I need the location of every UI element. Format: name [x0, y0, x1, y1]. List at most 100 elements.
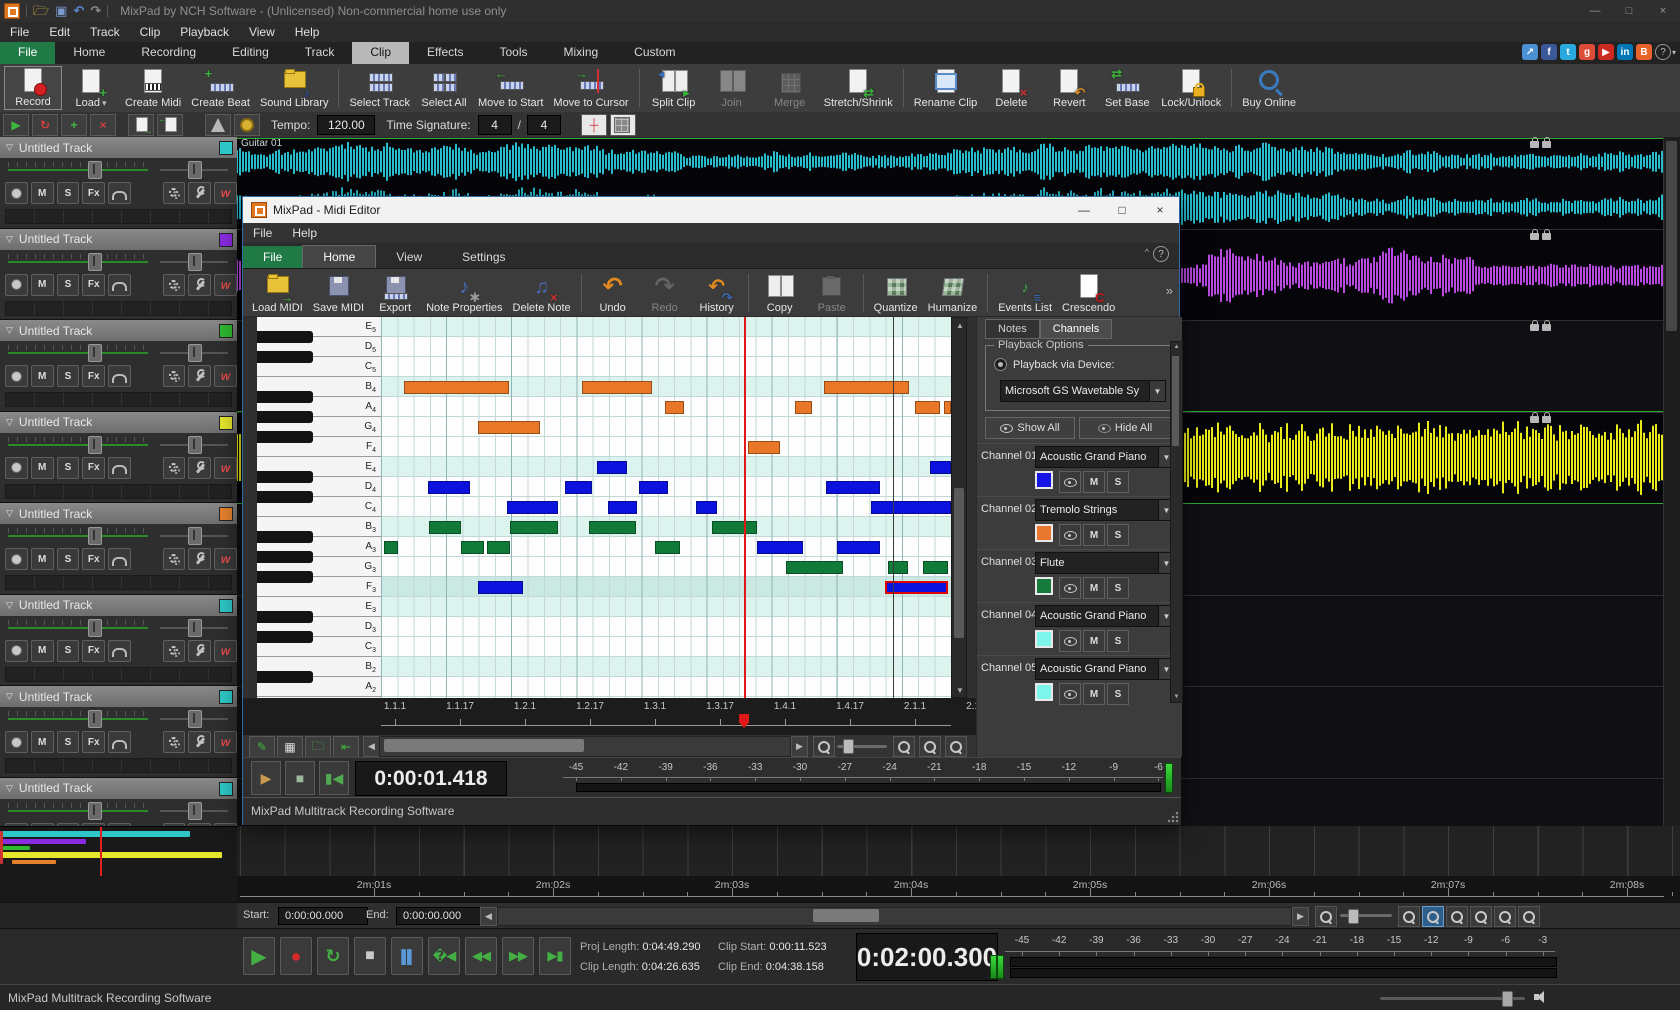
menu-item-track[interactable]: Track [80, 23, 130, 41]
automation-strip[interactable] [5, 209, 232, 224]
midi-tab-home[interactable]: Home [302, 245, 376, 268]
effects-chain-button[interactable] [188, 365, 211, 387]
zoom-vertical-button[interactable] [1494, 906, 1516, 927]
collapse-icon[interactable]: ▽ [6, 417, 13, 428]
track-title-bar[interactable]: ▽Untitled Track [0, 686, 237, 707]
track-title-bar[interactable]: ▽Untitled Track [0, 412, 237, 433]
midi-horizontal-scrollbar[interactable] [379, 736, 791, 757]
radio-selected-icon[interactable] [994, 358, 1007, 371]
googleplus-icon[interactable]: g [1579, 44, 1595, 60]
humanize-button[interactable]: Humanize [923, 271, 983, 315]
tab-notes[interactable]: Notes [985, 319, 1040, 339]
volume-thumb[interactable] [88, 710, 102, 728]
fx-button[interactable]: Fx [82, 365, 105, 387]
scroll-down-icon[interactable]: ▼ [1171, 692, 1182, 702]
collapse-icon[interactable]: ▽ [6, 783, 13, 794]
solo-button[interactable]: S [57, 182, 80, 204]
channel-solo-button[interactable]: S [1107, 471, 1129, 493]
volume-thumb[interactable] [88, 619, 102, 637]
midi-note[interactable] [589, 521, 636, 534]
menu-item-view[interactable]: View [239, 23, 285, 41]
headphones-button[interactable] [108, 731, 131, 753]
piano-black-key[interactable] [257, 431, 313, 443]
volume-slider[interactable] [8, 352, 148, 354]
track-color-swatch[interactable] [219, 233, 233, 247]
help-button[interactable]: ? ▾ [1655, 44, 1676, 60]
track-color-swatch[interactable] [219, 690, 233, 704]
pan-thumb[interactable] [188, 253, 202, 271]
waveform-view-button[interactable]: w [214, 365, 237, 387]
track-color-swatch[interactable] [219, 141, 233, 155]
skip-to-end-button[interactable]: ▶▮ [539, 937, 571, 975]
mute-button[interactable]: M [31, 365, 54, 387]
arm-record-button[interactable] [5, 640, 28, 662]
delete-button[interactable]: ×Delete [982, 66, 1040, 110]
piano-black-key[interactable] [257, 671, 313, 683]
automation-strip[interactable] [5, 667, 232, 682]
piano-black-key[interactable] [257, 471, 313, 483]
waveform-view-button[interactable]: w [214, 731, 237, 753]
snap-grid-button[interactable]: ┼ [581, 114, 607, 136]
midi-note[interactable] [461, 541, 484, 554]
solo-button[interactable]: S [57, 457, 80, 479]
mute-button[interactable]: M [31, 640, 54, 662]
volume-slider[interactable] [8, 444, 148, 446]
track-title-bar[interactable]: ▽Untitled Track [0, 320, 237, 341]
clip-snap-left-button[interactable]: ← [157, 114, 183, 136]
midi-zoom-full-button[interactable] [945, 736, 967, 757]
tab-effects[interactable]: Effects [409, 42, 481, 64]
channel-solo-button[interactable]: S [1107, 524, 1129, 546]
effects-chain-button[interactable] [188, 182, 211, 204]
midi-scroll-left[interactable]: ◀ [363, 736, 380, 757]
solo-button[interactable]: S [57, 274, 80, 296]
save-icon[interactable]: ▣ [55, 4, 67, 18]
collapse-icon[interactable]: ▽ [6, 234, 13, 245]
loop-tool-button[interactable]: ↻ [32, 114, 58, 136]
volume-slider[interactable] [8, 261, 148, 263]
project-overview[interactable] [0, 826, 237, 877]
scrollbar-thumb[interactable] [1666, 141, 1677, 331]
tab-tools[interactable]: Tools [481, 42, 545, 64]
ribbon-collapse-icon[interactable]: ^ [1145, 247, 1149, 257]
track-title-bar[interactable]: ▽Untitled Track [0, 229, 237, 250]
midi-note[interactable] [639, 481, 668, 494]
volume-thumb[interactable] [88, 436, 102, 454]
close-button[interactable]: × [1646, 0, 1680, 22]
track-color-swatch[interactable] [219, 782, 233, 796]
arm-record-button[interactable] [5, 365, 28, 387]
scroll-left-button[interactable]: ◀ [480, 907, 497, 926]
scroll-right-button[interactable]: ▶ [1292, 907, 1309, 926]
midi-zoom-out-button[interactable] [813, 736, 835, 757]
lock-icon[interactable] [1542, 324, 1551, 331]
volume-thumb[interactable] [88, 527, 102, 545]
undo-button[interactable]: ↶Undo [587, 271, 639, 315]
track-color-swatch[interactable] [219, 324, 233, 338]
draw-tool-button[interactable]: ✎ [249, 736, 275, 758]
zoom-slider-thumb[interactable] [1348, 909, 1359, 924]
midi-scroll-right[interactable]: ▶ [791, 736, 808, 757]
midi-note[interactable] [696, 501, 717, 514]
piano-black-key[interactable] [257, 551, 313, 563]
timeline-vertical-scrollbar[interactable] [1663, 137, 1680, 826]
channel-mute-button[interactable]: M [1083, 524, 1105, 546]
grid-toggle-button[interactable] [610, 114, 636, 136]
tab-recording[interactable]: Recording [123, 42, 214, 64]
automation-strip[interactable] [5, 484, 232, 499]
volume-thumb[interactable] [88, 161, 102, 179]
mute-button[interactable]: M [31, 182, 54, 204]
timesig-numerator-field[interactable]: 4 [478, 115, 512, 135]
move-to-cursor-button[interactable]: →Move to Cursor [548, 66, 633, 110]
track-color-swatch[interactable] [219, 599, 233, 613]
midi-maximize-button[interactable]: □ [1103, 197, 1141, 223]
midi-note[interactable] [655, 541, 681, 554]
pan-thumb[interactable] [188, 161, 202, 179]
piano-black-key[interactable] [257, 491, 313, 503]
menu-item-clip[interactable]: Clip [130, 23, 171, 41]
midi-note[interactable] [888, 561, 908, 574]
zoom-clip-button[interactable] [1446, 906, 1468, 927]
toolbar-overflow-icon[interactable]: » [1166, 283, 1173, 298]
pan-thumb[interactable] [188, 344, 202, 362]
rename-clip-button[interactable]: Rename Clip [909, 66, 983, 110]
youtube-icon[interactable]: ▶ [1598, 44, 1614, 60]
show-all-button[interactable]: Show All [985, 417, 1075, 439]
